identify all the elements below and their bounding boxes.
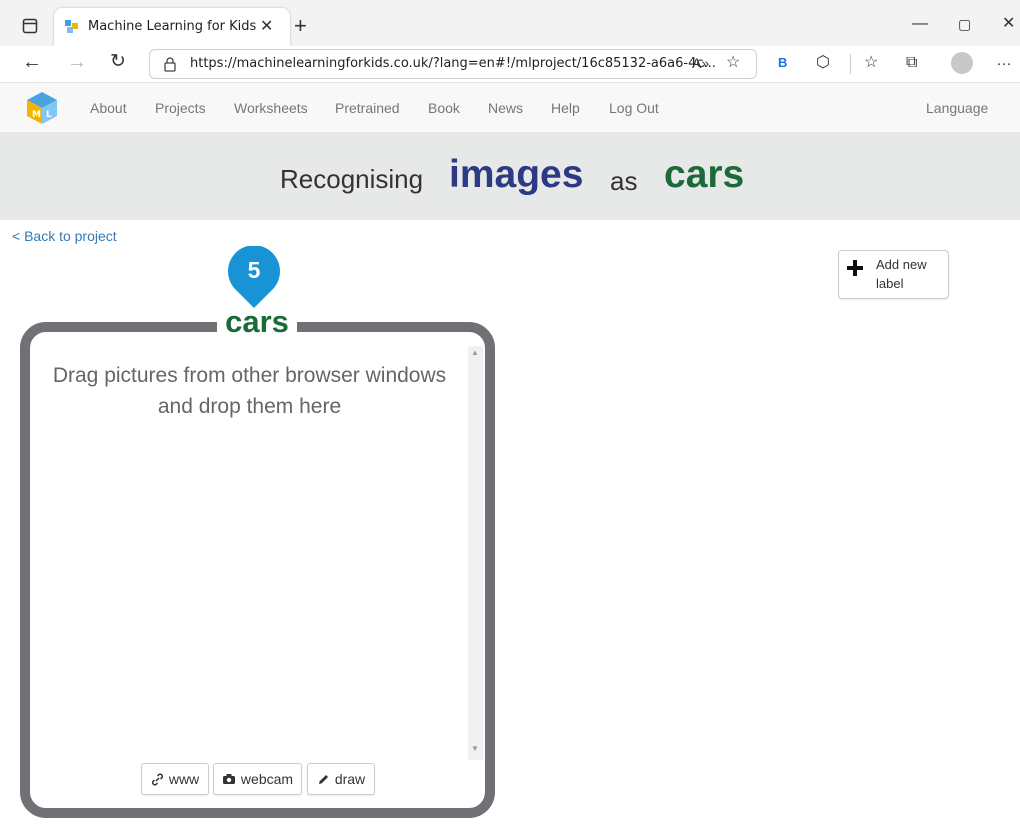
nav-book[interactable]: Book — [428, 100, 460, 116]
pencil-icon — [318, 774, 328, 784]
nav-pretrained[interactable]: Pretrained — [335, 100, 400, 116]
favicon-icon — [65, 20, 78, 33]
nav-about[interactable]: About — [90, 100, 127, 116]
webcam-label: webcam — [240, 771, 294, 787]
title-prefix: Recognising — [280, 164, 424, 194]
scroll-down-arrow-icon[interactable]: ▼ — [471, 744, 479, 753]
camera-icon — [222, 774, 235, 784]
address-bar[interactable]: https://machinelearningforkids.co.uk/?la… — [149, 49, 757, 79]
add-from-webcam-button[interactable]: webcam — [213, 763, 302, 795]
nav-language[interactable]: Language — [926, 100, 988, 116]
nav-news[interactable]: News — [488, 100, 523, 116]
nav-projects[interactable]: Projects — [155, 100, 206, 116]
title-project-name: cars — [664, 153, 745, 196]
add-from-www-button[interactable]: www — [141, 763, 209, 795]
drop-instructions: Drag pictures from other browser windows… — [37, 360, 462, 422]
refresh-icon[interactable]: ↻ — [110, 52, 126, 72]
title-project-type: images — [449, 153, 584, 196]
www-label: www — [168, 771, 200, 787]
back-arrow-icon[interactable]: ← — [22, 52, 42, 72]
close-tab-icon[interactable]: ✕ — [260, 17, 273, 37]
new-tab-icon[interactable]: + — [294, 15, 307, 37]
tab-actions-icon[interactable] — [22, 18, 38, 34]
add-from-draw-button[interactable]: draw — [307, 763, 375, 795]
nav-worksheets[interactable]: Worksheets — [234, 100, 308, 116]
scroll-up-arrow-icon[interactable]: ▲ — [471, 348, 479, 357]
add-label-line-1: Add new — [876, 257, 927, 272]
bucket-scrollbar[interactable]: ▲ ▼ — [468, 346, 483, 760]
favorite-star-icon[interactable]: ☆ — [726, 53, 740, 73]
add-new-label-button[interactable]: Add new label — [838, 250, 949, 299]
back-to-project-link[interactable]: < Back to project — [12, 228, 117, 244]
collections-icon[interactable]: ⧉ — [906, 53, 917, 73]
svg-text:L: L — [46, 110, 52, 120]
close-window-icon[interactable]: ✕ — [1002, 14, 1015, 34]
page-title-banner: Recognising images as cars — [0, 133, 1020, 220]
ml-logo-icon[interactable]: M L — [24, 90, 60, 126]
bing-icon[interactable]: B — [778, 55, 787, 70]
profile-avatar[interactable] — [951, 52, 973, 74]
browser-toolbar: ← → ↻ https://machinelearningforkids.co.… — [0, 46, 1020, 83]
browser-tab-strip: Machine Learning for Kids ✕ + — ▢ ✕ — [0, 0, 1020, 46]
site-navbar: M L About Projects Worksheets Pretrained… — [0, 83, 1020, 133]
plus-icon — [847, 260, 863, 276]
maximize-icon[interactable]: ▢ — [958, 14, 971, 34]
add-label-line-2: label — [876, 276, 904, 291]
toolbar-divider — [850, 54, 851, 74]
browser-tab[interactable]: Machine Learning for Kids ✕ — [54, 8, 290, 46]
example-count: 5 — [247, 257, 261, 283]
link-icon — [151, 772, 163, 786]
url-text: https://machinelearningforkids.co.uk/?la… — [190, 56, 716, 71]
minimize-icon[interactable]: — — [912, 14, 928, 34]
draw-label: draw — [334, 771, 366, 787]
title-connector: as — [610, 166, 638, 196]
svg-text:M: M — [32, 110, 41, 120]
forward-arrow-icon[interactable]: → — [67, 52, 87, 72]
drop-instructions-line-1: Drag pictures from other browser windows — [52, 364, 447, 387]
nav-logout[interactable]: Log Out — [609, 100, 659, 116]
nav-help[interactable]: Help — [551, 100, 580, 116]
favorites-icon[interactable]: ☆ — [864, 53, 878, 73]
lock-icon — [164, 57, 176, 72]
read-aloud-icon[interactable]: A» — [692, 53, 709, 73]
extensions-icon[interactable]: ⬡ — [816, 53, 830, 73]
drop-instructions-line-2: and drop them here — [157, 395, 342, 418]
more-menu-icon[interactable]: … — [996, 51, 1012, 71]
tab-title: Machine Learning for Kids — [88, 19, 257, 34]
